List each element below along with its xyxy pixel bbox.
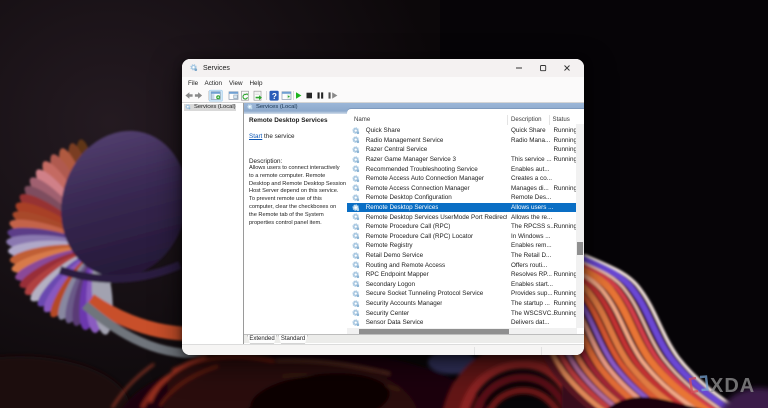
svg-text:?: ? bbox=[272, 92, 277, 101]
svg-text:XDA: XDA bbox=[710, 375, 755, 397]
